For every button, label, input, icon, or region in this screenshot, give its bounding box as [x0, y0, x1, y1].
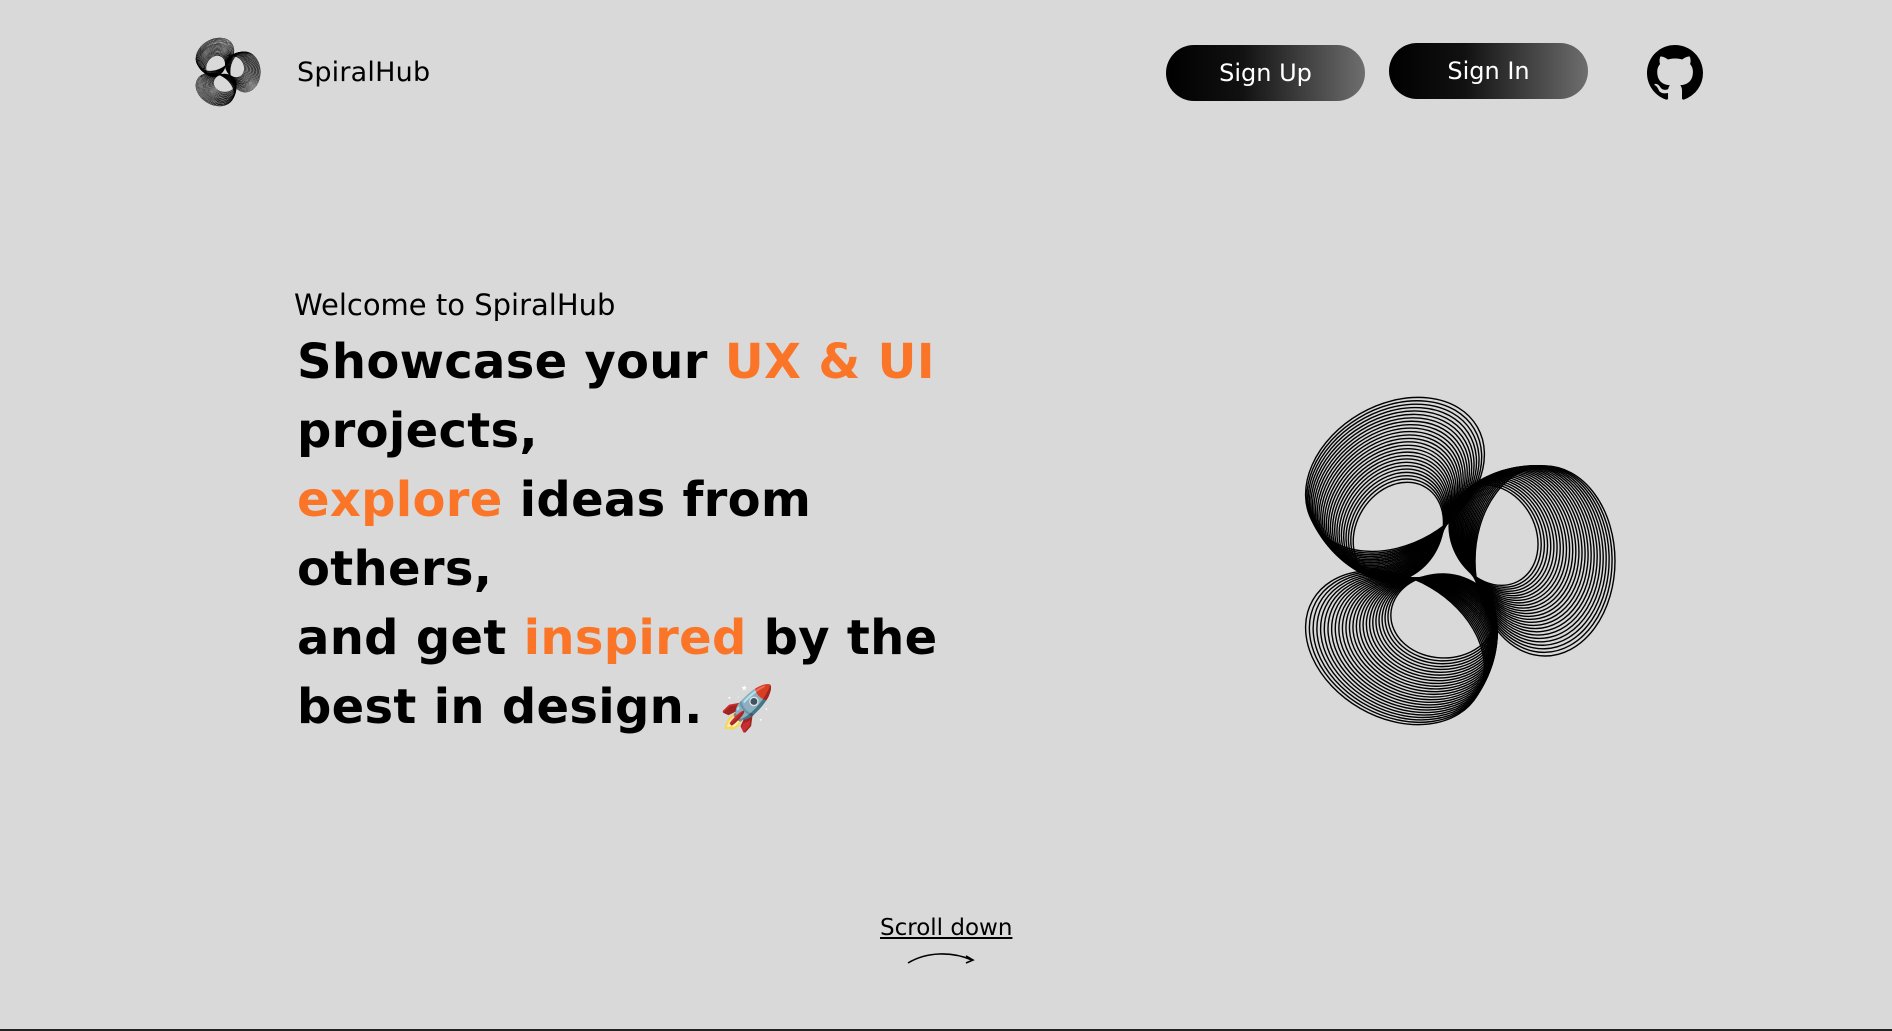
hero-headline: Showcase your UX & UI projects, explore …	[294, 328, 937, 743]
headline-line-1: Showcase your UX & UI	[297, 328, 935, 397]
headline-line-5: and get inspired by the	[297, 604, 937, 673]
headline-text: ideas from	[502, 472, 812, 528]
landing-page: SpiralHub Sign Up Sign In Welcome to Spi…	[0, 0, 1892, 1031]
spiral-logo-icon	[195, 37, 261, 107]
headline-accent: UX & UI	[724, 334, 935, 390]
headline-accent: inspired	[523, 610, 747, 666]
headline-text: projects,	[297, 403, 538, 459]
github-icon[interactable]	[1647, 45, 1703, 101]
hero-section: Welcome to SpiralHub Showcase your UX & …	[294, 288, 937, 743]
headline-text: Showcase your	[297, 334, 725, 390]
curved-arrow-icon	[907, 953, 975, 964]
brand-name: SpiralHub	[297, 56, 431, 88]
headline-text: others,	[297, 541, 493, 597]
sign-in-button[interactable]: Sign In	[1389, 43, 1588, 99]
headline-line-2: projects,	[297, 397, 934, 466]
scroll-down-link[interactable]: Scroll down	[880, 915, 1012, 941]
headline-line-6: best in design. 🚀	[297, 673, 934, 743]
brand-link[interactable]: SpiralHub	[183, 30, 430, 114]
rocket-icon: 🚀	[719, 683, 775, 734]
headline-line-3: explore ideas from	[297, 466, 934, 535]
headline-accent: explore	[297, 472, 503, 528]
spiral-artwork-icon	[1304, 396, 1616, 726]
welcome-text: Welcome to SpiralHub	[294, 288, 616, 322]
headline-text: best in design.	[297, 679, 703, 735]
headline-line-4: others,	[297, 535, 934, 604]
headline-text: and get	[297, 610, 524, 666]
sign-up-button[interactable]: Sign Up	[1166, 45, 1365, 101]
headline-text: by the	[746, 610, 938, 666]
